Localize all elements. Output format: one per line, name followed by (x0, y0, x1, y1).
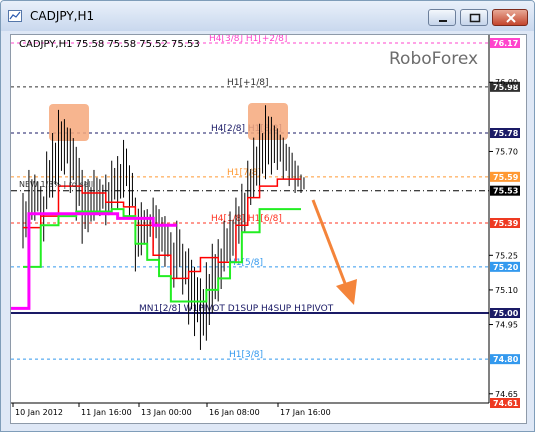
x-tick-label: 17 Jan 16:00 (280, 408, 331, 417)
level-label-0: H4[3/8] H1[+2/8] (209, 35, 287, 44)
window-title: CADJPY,H1 (30, 9, 95, 23)
price-tag-label: 75.59 (493, 173, 519, 182)
chart-header: CADJPY,H1 75.58 75.58 75.52 75.53 (19, 39, 200, 50)
chart-app-icon (8, 10, 22, 22)
level-label-8: H1[3/8] (229, 350, 263, 360)
down-arrow (311, 199, 357, 305)
price-tag-label: 74.80 (493, 355, 519, 364)
x-tick-label: 16 Jan 08:00 (209, 408, 260, 417)
y-tick-label: 74.65 (495, 390, 518, 399)
price-axis-tags: 76.1775.9875.7875.5975.5375.3975.2075.00… (488, 35, 520, 408)
y-tick-label: 75.70 (495, 147, 518, 156)
minimize-button[interactable] (428, 9, 456, 26)
chart-plot-area[interactable]: H4[3/8] H1[+2/8] H1[+1/8] H4[2/8] H1[8/8] H… (10, 34, 527, 424)
watermark-text: RoboForex (389, 49, 478, 69)
x-tick-label: 13 Jan 00:00 (141, 408, 192, 417)
price-tag-label: 75.00 (493, 309, 519, 318)
x-tick-label: 11 Jan 16:00 (81, 408, 132, 417)
price-tag-label: 75.53 (493, 187, 518, 196)
price-tag-label: 75.78 (493, 129, 519, 138)
y-tick-label: 76.00 (495, 78, 518, 87)
level-label-5: H4[1/8] H1[6/8] (211, 214, 282, 224)
level-label-1: H1[+1/8] (227, 78, 269, 88)
level-label-3: H1[7/8] (227, 168, 261, 178)
maximize-button[interactable] (460, 9, 488, 26)
minimize-icon (439, 20, 447, 22)
y-tick-label: 74.95 (495, 321, 518, 330)
close-button[interactable] (492, 9, 528, 26)
y-tick-label: 75.25 (495, 251, 518, 260)
overlay-text: NEW 1/3% | rd sell (19, 180, 93, 189)
x-axis-ticks: 10 Jan 2012 11 Jan 16:00 13 Jan 00:00 16 Ja… (11, 402, 489, 417)
trend-lines (11, 178, 301, 310)
top-highlights (49, 103, 288, 141)
level-lines: H4[3/8] H1[+2/8]H1[+1/8]H4[2/8] H1[8/8]H… (11, 35, 489, 404)
y-tick-label: 75.10 (495, 286, 518, 295)
price-tag-label: 75.20 (493, 263, 519, 272)
price-tag-label: 76.17 (493, 39, 518, 48)
price-chart-svg[interactable]: H4[3/8] H1[+2/8]H1[+1/8]H4[2/8] H1[8/8]H… (11, 35, 526, 423)
maximize-icon (469, 13, 481, 23)
close-icon (506, 13, 516, 23)
window-titlebar[interactable]: CADJPY,H1 (1, 1, 534, 31)
y-axis-ticks: 76.00 75.70 75.25 75.10 74.95 74.65 (489, 78, 518, 399)
price-tag-label: 75.39 (493, 219, 519, 228)
highlight-box-left (49, 104, 89, 141)
price-tag-label: 74.61 (493, 399, 519, 408)
level-label-7: MN1[2/8] W1PIVOT D1SUP H4SUP H1PIVOT (139, 304, 334, 314)
chart-window: CADJPY,H1 H4[3/8] H1[+2/8] H1[+1/8] H4[2/8… (0, 0, 535, 432)
x-tick-label: 10 Jan 2012 (15, 408, 63, 417)
